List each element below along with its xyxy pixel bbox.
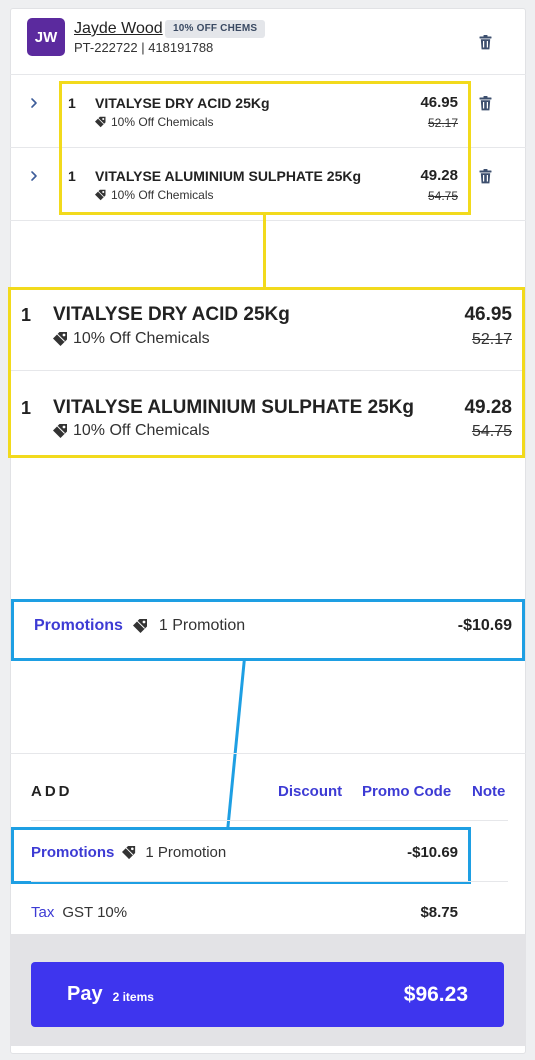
divider — [31, 820, 508, 821]
zoom-item-quantity: 1 — [21, 398, 32, 418]
tag-icon — [122, 845, 137, 860]
zoom-item-discount: 10% Off Chemicals — [53, 422, 210, 440]
promotions-count: 1 Promotion — [145, 844, 227, 861]
zoom-item-quantity: 1 — [21, 305, 32, 325]
zoom-promotions-row: Promotions 1 Promotion — [34, 617, 245, 635]
expand-item-chevron-icon[interactable] — [27, 169, 41, 183]
tax-description: GST 10% — [62, 904, 128, 921]
zoom-promotions-count: 1 Promotion — [158, 617, 246, 634]
zoom-item-original-price: 54.75 — [471, 423, 512, 440]
zoom-item-discount-label: 10% Off Chemicals — [73, 330, 210, 347]
promotions-zoom-callout: Promotions 1 Promotion -$10.69 — [11, 599, 525, 661]
callout-connector — [263, 215, 266, 288]
zoom-promotions-amount: -$10.69 — [457, 617, 512, 634]
divider — [11, 370, 522, 371]
customer-group-badge: 10% OFF CHEMS — [165, 20, 266, 38]
zoom-item-original-price: 52.17 — [471, 331, 512, 348]
items-zoom-callout: 1 VITALYSE DRY ACID 25Kg 10% Off Chemica… — [8, 287, 525, 458]
add-promo-code-link[interactable]: Promo Code — [362, 783, 451, 800]
divider — [10, 74, 526, 75]
zoom-item-price: 46.95 — [464, 304, 512, 325]
tax-amount: $8.75 — [420, 904, 458, 921]
customer-id-line: PT-222722 | 418191788 — [74, 40, 214, 55]
customer-name-link[interactable]: Jayde Wood — [74, 20, 163, 38]
tax-label[interactable]: Tax — [31, 904, 54, 921]
tag-icon — [53, 423, 69, 439]
pay-button[interactable]: Pay 2 items $96.23 — [31, 962, 504, 1027]
tax-row: Tax GST 10% — [31, 904, 127, 921]
tag-icon — [133, 618, 149, 634]
add-note-link[interactable]: Note — [472, 783, 505, 800]
divider — [10, 753, 526, 754]
tag-icon — [53, 331, 69, 347]
zoom-item-discount: 10% Off Chemicals — [53, 330, 210, 348]
add-section-title: ADD — [31, 783, 73, 800]
zoom-item-discount-label: 10% Off Chemicals — [73, 422, 210, 439]
pay-total: $96.23 — [403, 982, 468, 1006]
remove-customer-trash-icon[interactable] — [479, 35, 492, 50]
divider — [10, 220, 526, 221]
promotions-amount: -$10.69 — [407, 844, 458, 861]
remove-item-trash-icon[interactable] — [479, 169, 492, 184]
pay-button-label: Pay — [67, 983, 103, 1005]
promotions-link[interactable]: Promotions — [31, 844, 114, 861]
promotions-row[interactable]: Promotions 1 Promotion — [31, 844, 226, 861]
items-highlight-box — [59, 81, 471, 215]
add-discount-link[interactable]: Discount — [278, 783, 342, 800]
expand-item-chevron-icon[interactable] — [27, 96, 41, 110]
zoom-item-name: VITALYSE ALUMINIUM SULPHATE 25Kg — [53, 397, 415, 418]
zoom-item-name: VITALYSE DRY ACID 25Kg — [53, 304, 290, 325]
zoom-item-price: 49.28 — [464, 397, 512, 418]
pay-item-count: 2 items — [112, 989, 154, 1004]
zoom-promotions-label: Promotions — [34, 617, 123, 634]
remove-item-trash-icon[interactable] — [479, 96, 492, 111]
customer-avatar[interactable]: JW — [27, 18, 65, 56]
divider — [31, 881, 508, 882]
